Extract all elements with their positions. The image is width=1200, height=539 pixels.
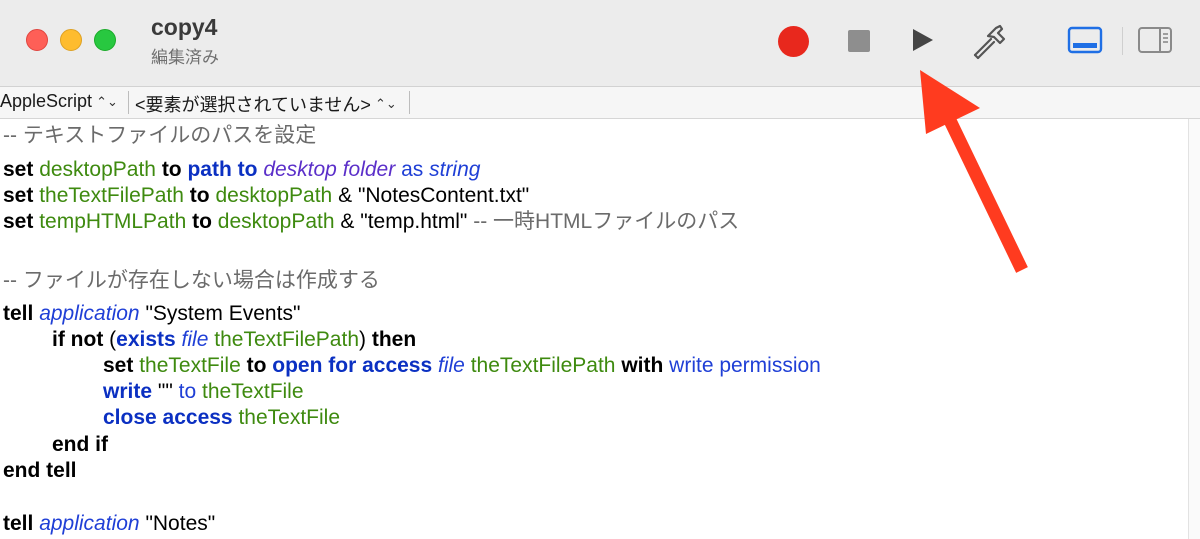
- nav-divider: [409, 91, 410, 114]
- string-literal: "Notes": [145, 512, 216, 535]
- keyword: set: [3, 158, 34, 181]
- record-button[interactable]: [776, 24, 810, 58]
- code-line: end if: [52, 432, 108, 458]
- keyword: to: [192, 210, 212, 233]
- keyword: to: [246, 354, 267, 377]
- command: open for access: [272, 354, 433, 377]
- comment: -- ファイルが存在しない場合は作成する: [3, 269, 380, 292]
- code-line: close access theTextFile: [103, 405, 340, 431]
- keyword: tell: [3, 512, 34, 535]
- keyword: as: [401, 158, 424, 181]
- language-popup[interactable]: AppleScript ⌃⌄: [0, 91, 118, 112]
- element-label: <要素が選択されていません>: [135, 95, 371, 115]
- keyword: end tell: [3, 459, 77, 482]
- document-title: copy4: [151, 14, 218, 40]
- class-name: string: [429, 158, 481, 181]
- play-icon: [913, 29, 933, 51]
- code-line: set theTextFile to open for access file …: [103, 353, 821, 379]
- command: path to: [187, 158, 258, 181]
- nav-divider: [128, 91, 129, 114]
- stop-button[interactable]: [842, 24, 876, 58]
- keyword: set: [3, 210, 34, 233]
- compile-button[interactable]: [966, 18, 1012, 64]
- keyword: to: [189, 184, 210, 207]
- document-status: 編集済み: [151, 48, 219, 67]
- parameter: write permission: [669, 354, 821, 377]
- variable: desktopPath: [39, 158, 156, 181]
- minimize-window-button[interactable]: [60, 29, 82, 51]
- language-label: AppleScript: [0, 91, 93, 111]
- operator: ): [359, 328, 366, 351]
- keyword: then: [371, 328, 417, 351]
- close-window-button[interactable]: [26, 29, 48, 51]
- keyword: tell: [3, 302, 34, 325]
- element-popup[interactable]: <要素が選択されていません> ⌃⌄: [135, 91, 397, 117]
- window-titlebar: copy4 編集済み: [0, 0, 1200, 87]
- code-line: tell application "System Events": [3, 301, 300, 327]
- show-sidebar-button[interactable]: [1134, 22, 1176, 58]
- code-line: set theTextFilePath to desktopPath & "No…: [3, 183, 529, 209]
- enum-constant: desktop folder: [263, 158, 396, 181]
- class-name: application: [39, 302, 140, 325]
- code-line: set desktopPath to path to desktop folde…: [3, 157, 480, 183]
- code-line: write "" to theTextFile: [103, 379, 304, 405]
- zoom-window-button[interactable]: [94, 29, 116, 51]
- class-name: file: [438, 354, 465, 377]
- string-literal: "NotesContent.txt": [357, 184, 530, 207]
- code-line: set tempHTMLPath to desktopPath & "temp.…: [3, 209, 739, 235]
- updown-chevron-icon: ⌃⌄: [374, 96, 397, 111]
- run-button[interactable]: [904, 22, 940, 58]
- side-panel-icon: [1138, 27, 1172, 53]
- keyword: set: [3, 184, 34, 207]
- code-line: tell application "Notes": [3, 511, 215, 537]
- operator: &: [340, 210, 355, 233]
- variable: desktopPath: [215, 184, 333, 207]
- comment: -- 一時HTMLファイルのパス: [473, 210, 740, 233]
- keyword: if not: [52, 328, 104, 351]
- class-name: application: [39, 512, 140, 535]
- record-icon: [777, 25, 809, 57]
- command: exists: [116, 328, 176, 351]
- keyword: to: [161, 158, 182, 181]
- stop-icon: [848, 30, 870, 52]
- variable: theTextFile: [201, 380, 304, 403]
- parameter: to: [178, 380, 197, 403]
- show-log-pane-button[interactable]: [1064, 22, 1106, 58]
- script-editor[interactable]: -- テキストファイルのパスを設定 set desktopPath to pat…: [0, 119, 1188, 539]
- variable: theTextFilePath: [214, 328, 359, 351]
- command: close access: [103, 406, 233, 429]
- variable: theTextFilePath: [470, 354, 616, 377]
- variable: theTextFile: [139, 354, 241, 377]
- bottom-panel-icon: [1067, 26, 1103, 54]
- hammer-icon: [973, 24, 1006, 60]
- navigation-bar: AppleScript ⌃⌄ <要素が選択されていません> ⌃⌄: [0, 87, 1200, 119]
- variable: desktopPath: [217, 210, 335, 233]
- updown-chevron-icon: ⌃⌄: [96, 93, 118, 109]
- variable: tempHTMLPath: [39, 210, 187, 233]
- string-literal: "temp.html": [360, 210, 468, 233]
- keyword: end if: [52, 433, 108, 456]
- code-line: if not (exists file theTextFilePath) the…: [52, 327, 416, 353]
- code-line: -- ファイルが存在しない場合は作成する: [3, 268, 380, 294]
- string-literal: "": [157, 380, 173, 403]
- keyword: with: [621, 354, 664, 377]
- keyword: set: [103, 354, 134, 377]
- string-literal: "System Events": [145, 302, 301, 325]
- class-name: file: [181, 328, 209, 351]
- toolbar-divider: [1122, 27, 1123, 55]
- code-line: end tell: [3, 458, 77, 484]
- vertical-scrollbar[interactable]: [1188, 119, 1200, 539]
- comment: -- テキストファイルのパスを設定: [3, 124, 317, 147]
- variable: theTextFile: [238, 406, 340, 429]
- command: write: [103, 380, 153, 403]
- variable: theTextFilePath: [39, 184, 184, 207]
- operator: &: [338, 184, 353, 207]
- code-line: -- テキストファイルのパスを設定: [3, 123, 316, 149]
